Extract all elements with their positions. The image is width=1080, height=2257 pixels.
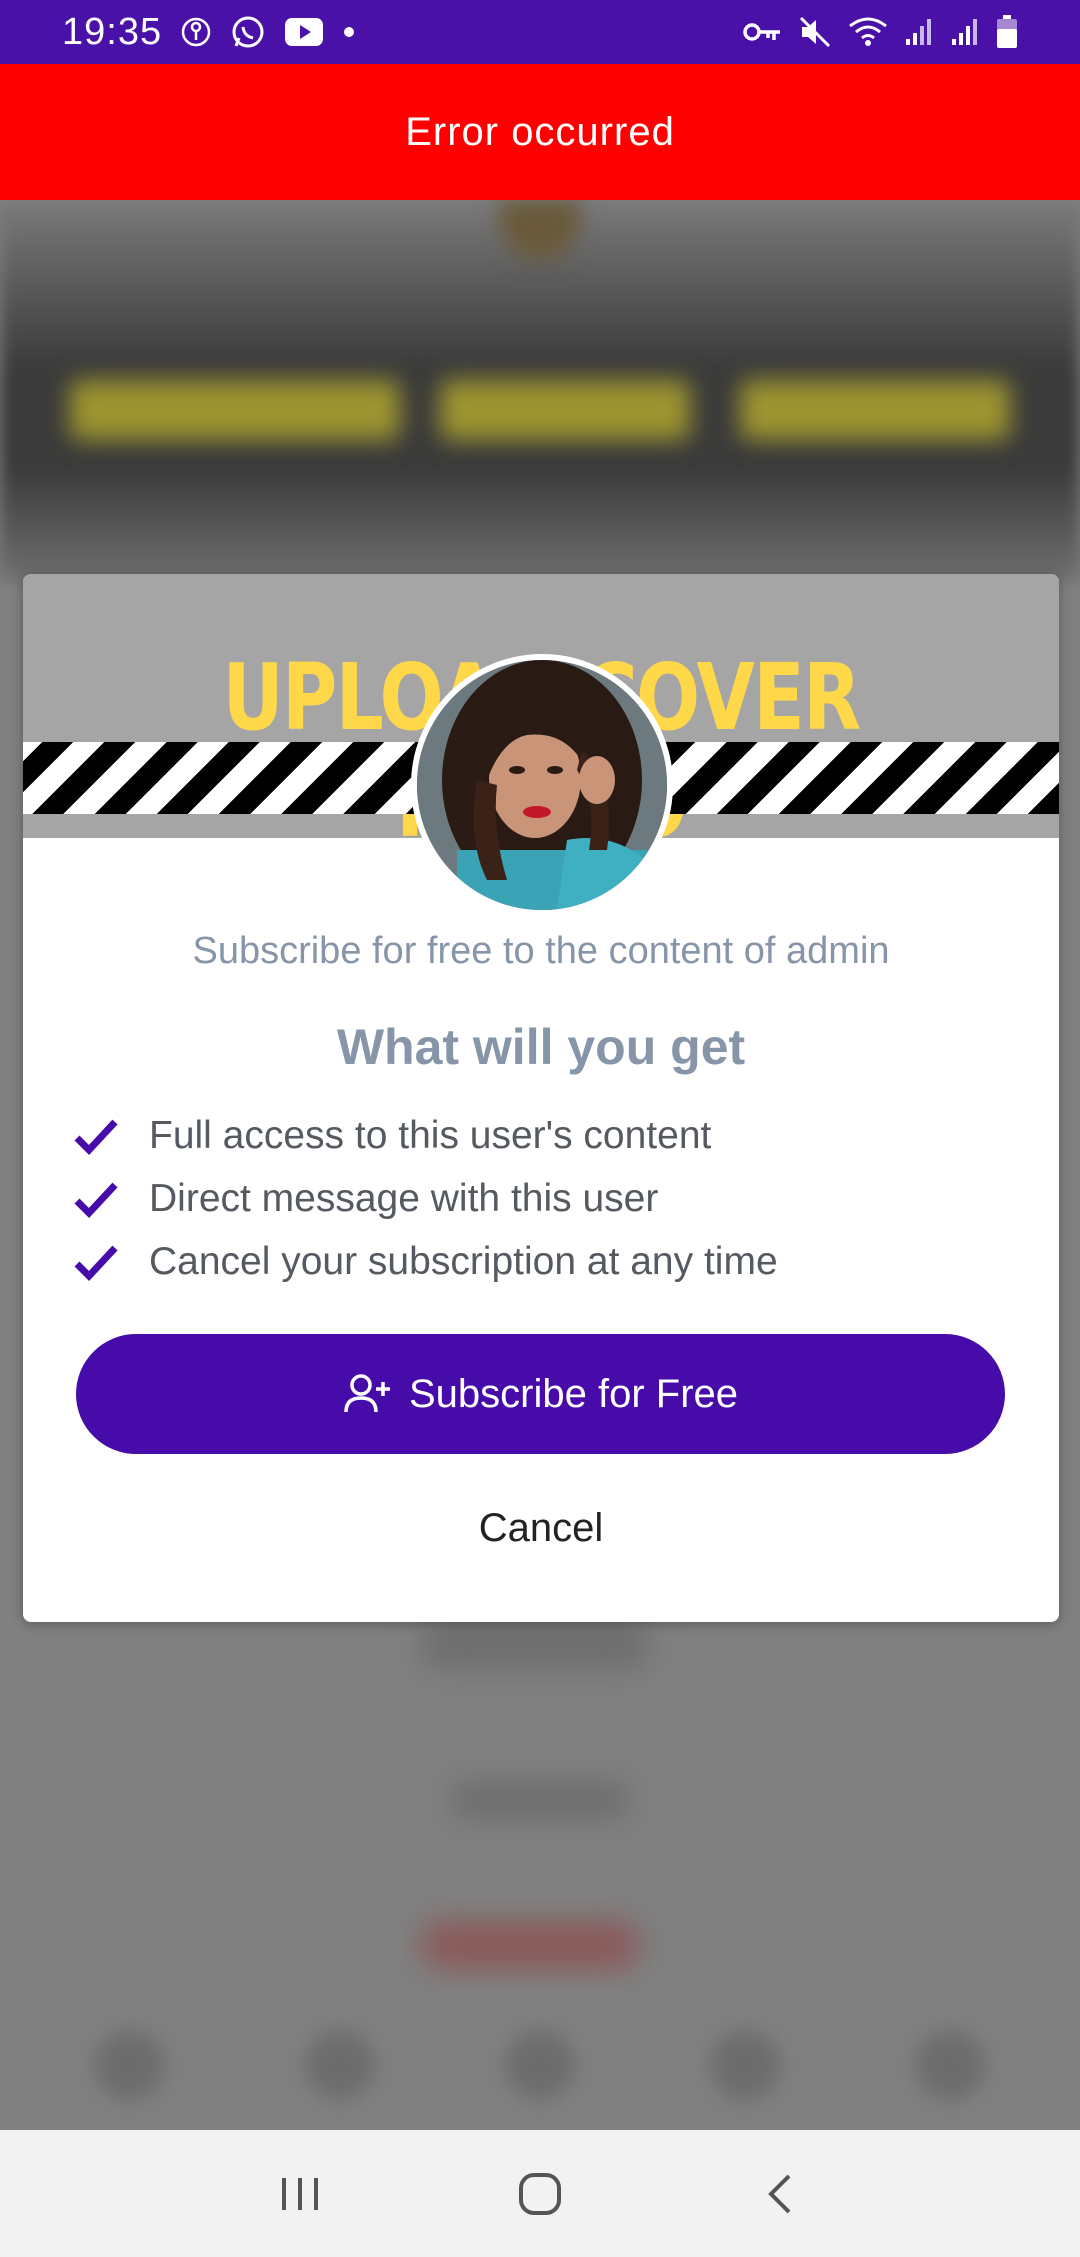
feature-text: Cancel your subscription at any time	[149, 1239, 778, 1283]
status-left: 19:35	[62, 11, 356, 54]
background-nav-icon	[915, 2030, 985, 2100]
error-banner: Error occurred	[0, 64, 1080, 200]
back-button[interactable]	[740, 2154, 820, 2234]
youtube-icon	[284, 17, 324, 47]
list-item: Cancel your subscription at any time	[73, 1230, 1013, 1293]
subscribe-button[interactable]: Subscribe for Free	[76, 1334, 1005, 1454]
home-icon	[519, 2172, 561, 2215]
background-text-block	[450, 1780, 630, 1820]
check-icon	[74, 1182, 118, 1218]
background-nav-icon	[710, 2030, 780, 2100]
background-nav-icon	[95, 2030, 165, 2100]
status-time: 19:35	[62, 10, 163, 53]
app-screen: 19:35 Error occurred UPLOAD COVER Subscr…	[0, 0, 1080, 2257]
check-icon	[74, 1245, 118, 1281]
add-user-icon	[344, 1374, 390, 1413]
cancel-button[interactable]: Cancel	[23, 1488, 1059, 1568]
wifi-icon	[848, 16, 888, 48]
status-bar: 19:35	[0, 0, 1080, 64]
list-item: Direct message with this user	[73, 1167, 1013, 1230]
status-right	[742, 15, 1018, 49]
home-button[interactable]	[500, 2154, 580, 2234]
cancel-button-label: Cancel	[478, 1505, 604, 1550]
dialog-heading: What will you get	[336, 1019, 746, 1075]
background-title-block	[70, 380, 400, 440]
background-text-block	[420, 1920, 640, 1970]
list-item: Full access to this user's content	[73, 1104, 1013, 1167]
background-nav-icon	[505, 2030, 575, 2100]
signal-icon	[904, 17, 934, 47]
background-title-block	[440, 380, 690, 440]
signal-icon	[950, 17, 980, 47]
key-circle-icon	[180, 16, 212, 48]
vpn-key-icon	[742, 20, 782, 44]
feature-text: Direct message with this user	[149, 1176, 659, 1220]
subscribe-button-label: Subscribe for Free	[408, 1371, 739, 1416]
recents-button[interactable]	[260, 2154, 340, 2234]
feature-list: Full access to this user's content Direc…	[73, 1104, 1013, 1293]
check-icon	[74, 1119, 118, 1155]
recents-icon	[282, 2177, 318, 2210]
feature-text: Full access to this user's content	[149, 1113, 712, 1157]
subscribe-dialog: UPLOAD COVER PHOTO Subscribe for free to…	[23, 574, 1059, 1622]
avatar	[411, 654, 673, 916]
error-banner-text: Error occurred	[405, 109, 675, 154]
whatsapp-icon	[230, 14, 266, 50]
background-title-block	[740, 380, 1010, 440]
battery-icon	[996, 15, 1018, 49]
system-nav-bar	[0, 2130, 1080, 2257]
background-text-block	[420, 1620, 650, 1670]
back-icon	[768, 2174, 791, 2213]
dialog-subtitle: Subscribe for free to the content of adm…	[192, 930, 890, 972]
mute-icon	[798, 15, 832, 49]
background-nav-icon	[305, 2030, 375, 2100]
dot-icon	[342, 25, 356, 39]
